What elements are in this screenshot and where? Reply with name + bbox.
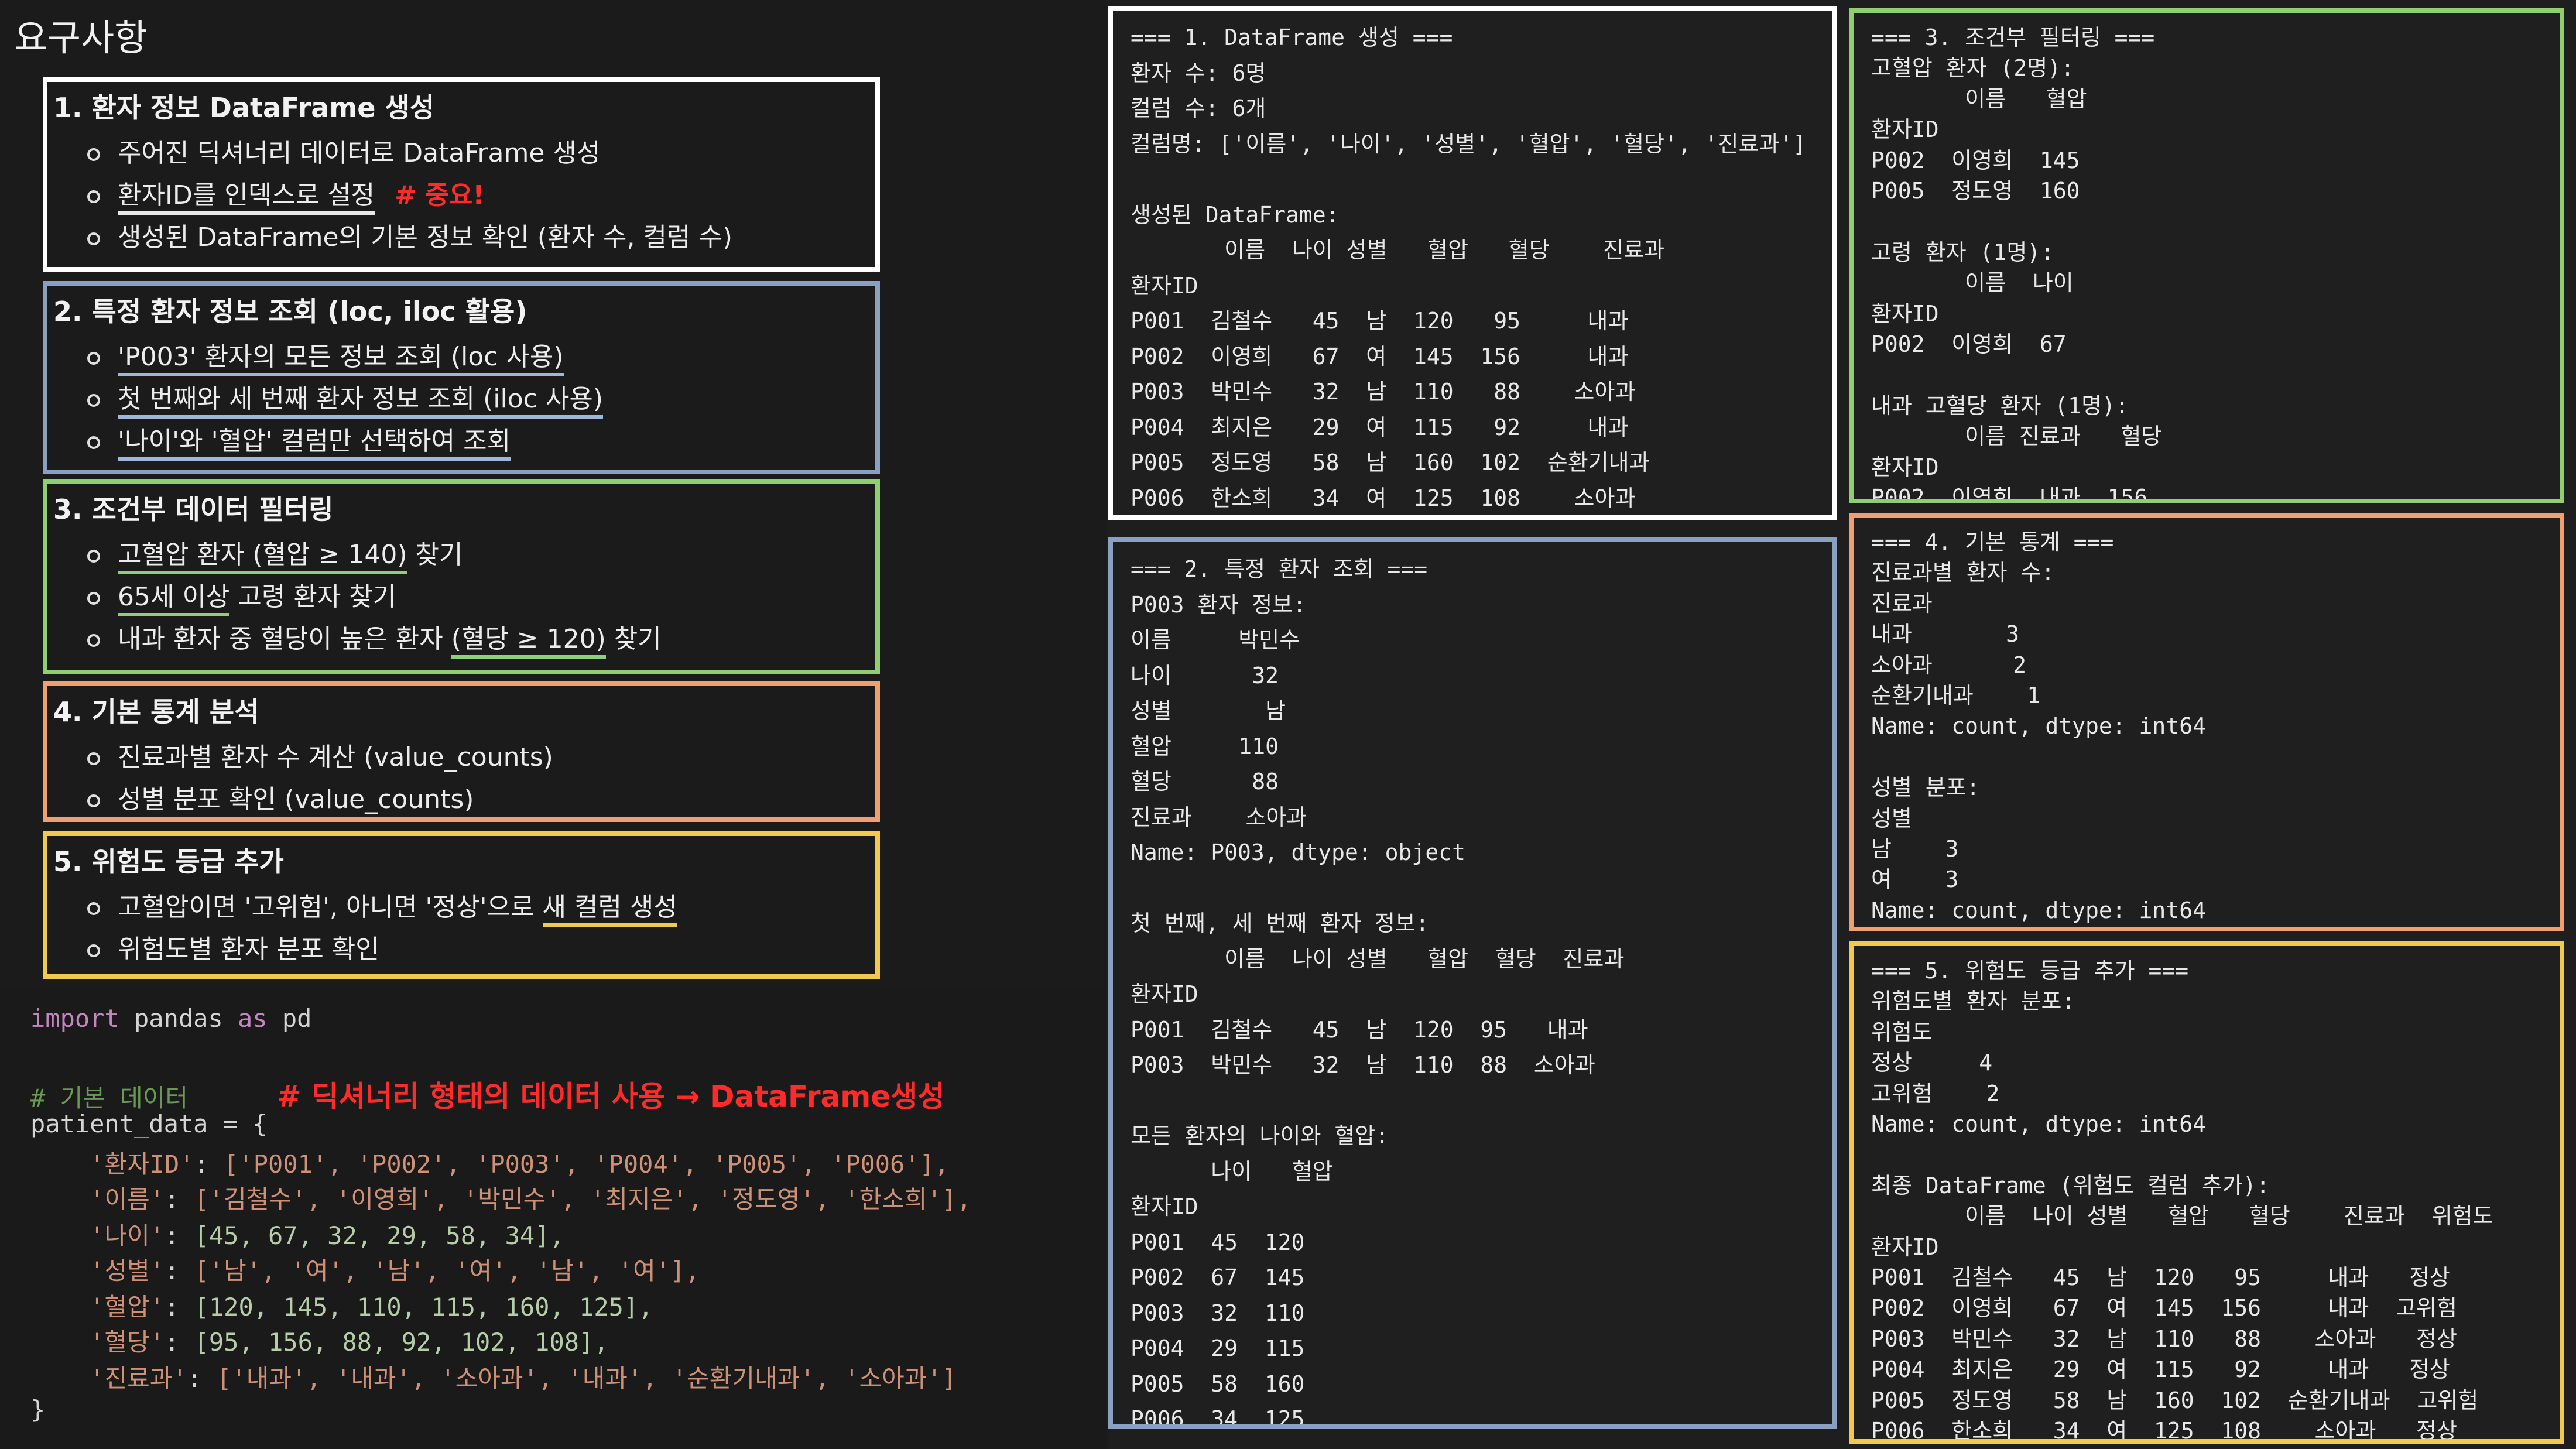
requirement-box-2: 2. 특정 환자 정보 조회 (loc, iloc 활용) 'P003' 환자의… — [43, 281, 880, 474]
code-line-dict-row: '진료과': ['내과', '내과', '소아과', '내과', '순환기내과'… — [90, 1364, 957, 1393]
code-red-annotation: # 딕셔너리 형태의 데이터 사용 → DataFrame생성 — [276, 1080, 945, 1114]
requirement-box-4: 4. 기본 통계 분석 진료과별 환자 수 계산 (value_counts) … — [43, 681, 880, 822]
requirement-item: 내과 환자 중 혈당이 높은 환자 (혈당 ≥ 120) 찾기 — [87, 618, 864, 660]
requirement-item-text: 첫 번째와 세 번째 환자 정보 조회 (iloc 사용) — [118, 384, 603, 419]
code-line-dict-row: '혈압': [120, 145, 110, 115, 160, 125], — [90, 1293, 653, 1321]
code-line-dict-row: '나이': [45, 67, 32, 29, 58, 34], — [90, 1221, 564, 1250]
code-editor: import pandas as pd # 기본 데이터 # 딕셔너리 형태의 … — [0, 986, 1107, 1449]
code-line-dict-row: '성별': ['남', '여', '남', '여', '남', '여'], — [90, 1256, 700, 1285]
requirement-item-text: '나이'와 '혈압' 컬럼만 선택하여 조회 — [118, 426, 511, 461]
output-panel-1: === 1. DataFrame 생성 === 환자 수: 6명 컬럼 수: 6… — [1108, 6, 1837, 520]
requirements-panel: 요구사항 1. 환자 정보 DataFrame 생성 주어진 딕셔너리 데이터로… — [0, 0, 1107, 986]
output-text: === 2. 특정 환자 조회 === P003 환자 정보: 이름 박민수 나… — [1131, 556, 1625, 1429]
output-text: === 3. 조건부 필터링 === 고혈압 환자 (2명): 이름 혈압 환자… — [1871, 25, 2162, 503]
requirement-header: 4. 기본 통계 분석 — [53, 696, 259, 728]
output-panel-3: === 3. 조건부 필터링 === 고혈압 환자 (2명): 이름 혈압 환자… — [1849, 8, 2564, 503]
requirements-title: 요구사항 — [14, 16, 148, 59]
code-line-import: import pandas as pd — [30, 1004, 312, 1033]
requirement-item: '나이'와 '혈압' 컬럼만 선택하여 조회 — [87, 420, 864, 463]
important-note: # 중요! — [395, 180, 485, 210]
requirement-item: 65세 이상 고령 환자 찾기 — [87, 576, 864, 618]
requirement-header: 1. 환자 정보 DataFrame 생성 — [53, 92, 435, 124]
output-panel-5: === 5. 위험도 등급 추가 === 위험도별 환자 분포: 위험도 정상 … — [1849, 941, 2564, 1444]
requirement-box-5: 5. 위험도 등급 추가 고혈압이면 '고위험', 아니면 '정상'으로 새 컬… — [43, 831, 880, 979]
requirement-header: 2. 특정 환자 정보 조회 (loc, iloc 활용) — [53, 296, 527, 327]
requirement-item: 주어진 딕셔너리 데이터로 DataFrame 생성 — [87, 132, 864, 174]
requirement-box-3: 3. 조건부 데이터 필터링 고혈압 환자 (혈압 ≥ 140) 찾기 65세 … — [43, 479, 880, 674]
output-text: === 4. 기본 통계 === 진료과별 환자 수: 진료과 내과 3 소아과… — [1871, 529, 2206, 923]
requirement-item: 환자ID를 인덱스로 설정 # 중요! — [87, 174, 864, 217]
requirement-item-text: 환자ID를 인덱스로 설정 — [118, 180, 375, 215]
output-panel-4: === 4. 기본 통계 === 진료과별 환자 수: 진료과 내과 3 소아과… — [1849, 513, 2564, 931]
requirement-item-text: 'P003' 환자의 모든 정보 조회 (loc 사용) — [118, 342, 564, 376]
requirement-item: 고혈압 환자 (혈압 ≥ 140) 찾기 — [87, 534, 864, 576]
requirement-header: 3. 조건부 데이터 필터링 — [53, 494, 334, 525]
code-line-close: } — [30, 1395, 46, 1424]
code-line-dict-row: '환자ID': ['P001', 'P002', 'P003', 'P004',… — [90, 1150, 950, 1179]
requirement-header: 5. 위험도 등급 추가 — [53, 846, 284, 878]
code-line-assign: patient_data = { — [30, 1109, 268, 1138]
requirement-box-1: 1. 환자 정보 DataFrame 생성 주어진 딕셔너리 데이터로 Data… — [43, 77, 880, 272]
code-line-dict-row: '혈당': [95, 156, 88, 92, 102, 108], — [90, 1328, 609, 1356]
output-panel-2: === 2. 특정 환자 조회 === P003 환자 정보: 이름 박민수 나… — [1108, 537, 1837, 1429]
output-text: === 1. DataFrame 생성 === 환자 수: 6명 컬럼 수: 6… — [1131, 25, 1807, 511]
requirement-item: 고혈압이면 '고위험', 아니면 '정상'으로 새 컬럼 생성 — [87, 886, 864, 929]
requirement-item: 생성된 DataFrame의 기본 정보 확인 (환자 수, 컬럼 수) — [87, 217, 864, 259]
code-line-dict-row: '이름': ['김철수', '이영희', '박민수', '최지은', '정도영'… — [90, 1185, 972, 1214]
output-text: === 5. 위험도 등급 추가 === 위험도별 환자 분포: 위험도 정상 … — [1871, 958, 2493, 1444]
requirement-item: 진료과별 환자 수 계산 (value_counts) — [87, 737, 864, 779]
requirement-item: 'P003' 환자의 모든 정보 조회 (loc 사용) — [87, 336, 864, 378]
requirement-item: 위험도별 환자 분포 확인 — [87, 929, 864, 971]
requirement-item: 첫 번째와 세 번째 환자 정보 조회 (iloc 사용) — [87, 378, 864, 420]
requirement-item: 성별 분포 확인 (value_counts) — [87, 779, 864, 821]
